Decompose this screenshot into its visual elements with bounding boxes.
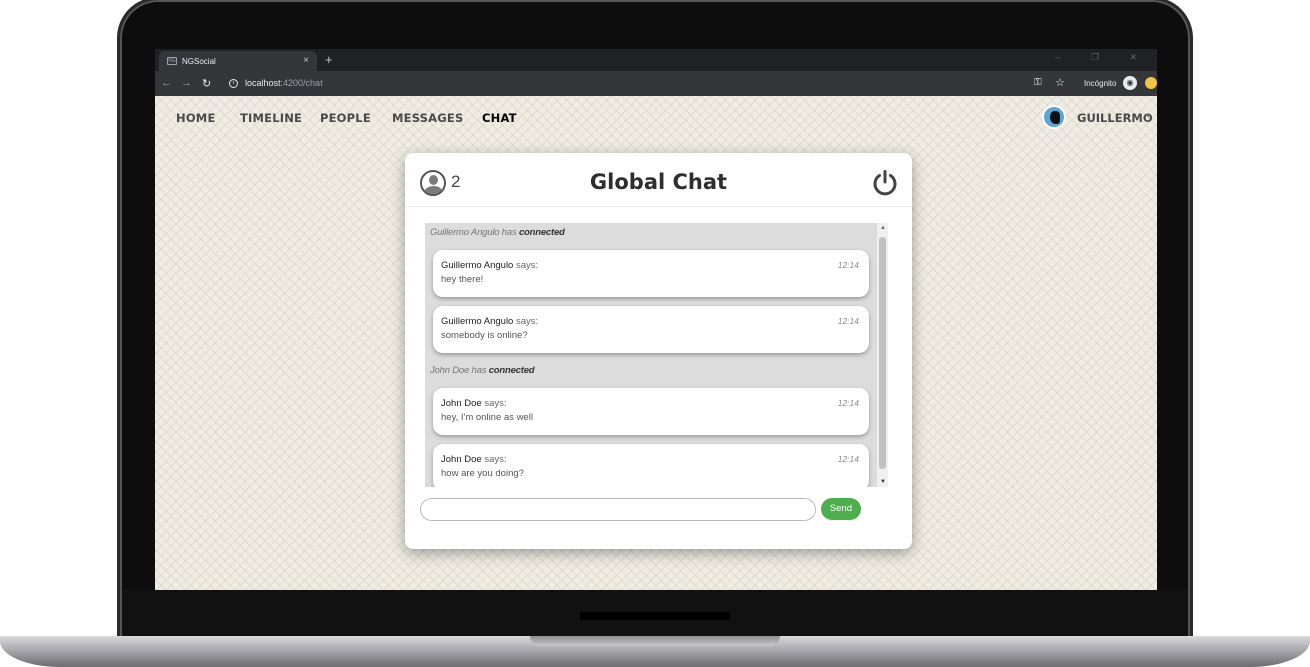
- tab-close-icon[interactable]: ×: [303, 55, 309, 66]
- chat-header: 2 Global Chat: [405, 153, 912, 207]
- message-text: hey there!: [441, 274, 484, 285]
- new-tab-icon[interactable]: +: [325, 52, 333, 67]
- screen: NG NGSocial × + – ❐ ✕ ← → ↻ i localhost:…: [155, 49, 1157, 590]
- browser-toolbar: ← → ↻ i localhost:4200/chat ⚿ ☆ Incógnit…: [155, 71, 1157, 96]
- browser-tab[interactable]: NG NGSocial ×: [159, 51, 317, 71]
- forward-arrow-icon[interactable]: →: [181, 77, 192, 89]
- page: HOME TIMELINE PEOPLE MESSAGES CHAT GUILL…: [155, 96, 1157, 590]
- incognito-label: Incógnito: [1084, 79, 1117, 88]
- scroll-down-icon[interactable]: ▼: [880, 479, 886, 485]
- message-text: how are you doing?: [441, 468, 524, 479]
- chevron-down-icon[interactable]: ▾: [1146, 111, 1150, 120]
- user-menu-name[interactable]: GUILLERMO: [1077, 111, 1153, 125]
- message-time: 12:14: [837, 260, 859, 270]
- scrollbar-thumb[interactable]: [879, 237, 886, 469]
- message-author: John Doe: [441, 454, 482, 465]
- nav-people[interactable]: PEOPLE: [320, 111, 371, 125]
- address-bar[interactable]: localhost:4200/chat: [245, 78, 323, 88]
- nav-chat[interactable]: CHAT: [482, 111, 517, 125]
- message-time: 12:14: [837, 454, 859, 464]
- url-host: localhost: [245, 78, 281, 88]
- nav-home[interactable]: HOME: [176, 111, 216, 125]
- system-message: Guillermo Angulo has connected: [430, 227, 565, 238]
- browser-tabstrip: NG NGSocial × + – ❐ ✕: [155, 49, 1157, 71]
- message-author: John Doe: [441, 398, 482, 409]
- messages-list[interactable]: Guillermo Angulo has connected Guillermo…: [425, 223, 888, 487]
- nav-messages[interactable]: MESSAGES: [392, 111, 463, 125]
- laptop-hinge-notch: [580, 612, 730, 620]
- profile-icon[interactable]: [1145, 77, 1157, 89]
- chat-card: 2 Global Chat Guillermo Angulo has conne…: [405, 153, 912, 549]
- chat-title: Global Chat: [589, 170, 728, 194]
- chat-message: John Doe says: 12:14 how are you doing?: [433, 444, 869, 487]
- send-button[interactable]: Send: [821, 498, 861, 520]
- message-author: Guillermo Angulo: [441, 260, 514, 271]
- message-author: Guillermo Angulo: [441, 316, 514, 327]
- power-icon[interactable]: [871, 169, 899, 197]
- nav-timeline[interactable]: TIMELINE: [240, 111, 302, 125]
- back-arrow-icon[interactable]: ←: [161, 77, 172, 89]
- message-text: hey, I'm online as well: [441, 412, 533, 423]
- message-input[interactable]: [420, 498, 816, 521]
- chat-message: Guillermo Angulo says: 12:14 somebody is…: [433, 306, 869, 353]
- key-icon[interactable]: ⚿: [1034, 77, 1042, 88]
- system-message: John Doe has connected: [430, 365, 535, 376]
- window-controls[interactable]: – ❐ ✕: [1055, 52, 1151, 63]
- star-icon[interactable]: ☆: [1055, 76, 1065, 89]
- incognito-icon[interactable]: ◉: [1123, 76, 1137, 90]
- top-navigation: HOME TIMELINE PEOPLE MESSAGES CHAT GUILL…: [155, 96, 1157, 140]
- scroll-up-icon[interactable]: ▲: [880, 225, 886, 231]
- url-path: :4200/chat: [280, 78, 323, 88]
- message-text: somebody is online?: [441, 330, 528, 341]
- message-time: 12:14: [837, 398, 859, 408]
- chat-message: John Doe says: 12:14 hey, I'm online as …: [433, 388, 869, 435]
- chat-message: Guillermo Angulo says: 12:14 hey there!: [433, 250, 869, 297]
- laptop-base-groove: [530, 636, 780, 646]
- tab-favicon-icon: NG: [167, 57, 177, 65]
- info-icon[interactable]: i: [229, 79, 238, 88]
- tab-title: NGSocial: [182, 56, 216, 66]
- avatar[interactable]: [1042, 105, 1066, 129]
- scrollbar[interactable]: ▲ ▼: [877, 223, 888, 487]
- reload-icon[interactable]: ↻: [202, 77, 211, 90]
- message-time: 12:14: [837, 316, 859, 326]
